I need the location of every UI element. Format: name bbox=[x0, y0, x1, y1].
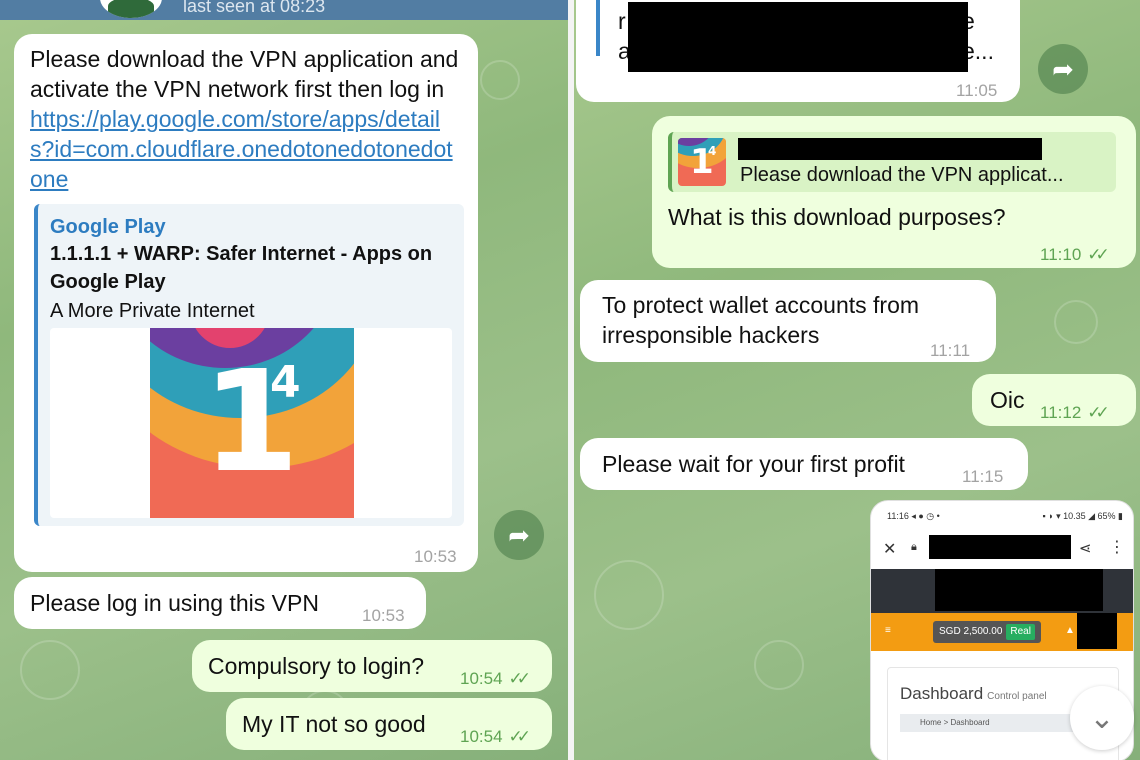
more-options-icon: ⋮ bbox=[1109, 539, 1125, 556]
redaction-box bbox=[929, 535, 1071, 559]
quote-bar bbox=[596, 0, 600, 56]
preview-description: A More Private Internet bbox=[50, 300, 255, 322]
quote-text: Please download the VPN applicat... bbox=[740, 164, 1064, 186]
message-bubble-incoming[interactable]: To protect wallet accounts from irrespon… bbox=[580, 280, 996, 362]
message-bubble-incoming[interactable]: Please wait for your first profit 11:15 bbox=[580, 438, 1028, 490]
site-header bbox=[871, 569, 1133, 613]
message-bubble-outgoing[interactable]: Compulsory to login? 10:54 ✓✓ bbox=[192, 640, 552, 692]
message-time: 10:53 bbox=[362, 606, 405, 625]
chevron-down-icon[interactable]: ⌄ bbox=[1070, 686, 1134, 750]
background-doodle bbox=[594, 560, 664, 630]
warp-app-logo: 1 4 bbox=[678, 138, 726, 186]
message-bubble-incoming[interactable]: r a e e... 11:05 bbox=[576, 0, 1020, 102]
read-ticks-icon: ✓✓ bbox=[1087, 245, 1109, 264]
forward-arrow-icon[interactable]: ➦ bbox=[494, 510, 544, 560]
message-text-fragment: r bbox=[618, 8, 626, 34]
message-time: 10:54 ✓✓ bbox=[460, 669, 531, 688]
redaction-box bbox=[1077, 613, 1117, 649]
message-time: 11:11 bbox=[930, 341, 971, 360]
redaction-box bbox=[628, 2, 968, 72]
read-ticks-icon: ✓✓ bbox=[508, 669, 531, 688]
message-time: 10:54 ✓✓ bbox=[460, 727, 531, 746]
message-text: To protect wallet accounts from irrespon… bbox=[602, 292, 920, 348]
message-bubble-outgoing[interactable]: My IT not so good 10:54 ✓✓ bbox=[226, 698, 552, 750]
avatar[interactable] bbox=[100, 0, 162, 18]
message-time: 11:12 ✓✓ bbox=[1040, 403, 1110, 422]
redaction-box bbox=[738, 138, 1042, 160]
message-time: 10:53 bbox=[414, 547, 457, 566]
message-text: My IT not so good bbox=[242, 711, 426, 737]
logo-superscript: 4 bbox=[270, 357, 301, 408]
redaction-box bbox=[935, 569, 1103, 611]
message-link[interactable]: https://play.google.com/store/apps/detai… bbox=[30, 106, 453, 192]
chat-panel-right: r a e e... 11:05 ➦ 1 4 Please download t… bbox=[574, 0, 1140, 760]
message-text: What is this download purposes? bbox=[668, 204, 1006, 230]
background-doodle bbox=[1054, 300, 1098, 344]
preview-image: 1 4 bbox=[50, 328, 452, 518]
close-icon: ✕ bbox=[883, 541, 897, 558]
background-doodle bbox=[20, 640, 80, 700]
forward-arrow-icon[interactable]: ➦ bbox=[1038, 44, 1088, 94]
message-text: Please download the VPN application and … bbox=[30, 46, 459, 192]
share-icon: ⋖ bbox=[1079, 540, 1092, 557]
message-bubble-outgoing[interactable]: 1 4 Please download the VPN applicat... … bbox=[652, 116, 1136, 268]
site-nav-bar: ≡ SGD 2,500.00 Real ▲ bbox=[871, 613, 1133, 651]
balance-display: SGD 2,500.00 Real bbox=[933, 621, 1041, 643]
background-doodle bbox=[754, 640, 804, 690]
chat-panel-left: last seen at 08:23 Please download the V… bbox=[0, 0, 568, 760]
message-text: Please wait for your first profit bbox=[602, 451, 905, 477]
background-doodle bbox=[480, 60, 520, 100]
reply-quote[interactable]: 1 4 Please download the VPN applicat... bbox=[668, 132, 1116, 192]
preview-site-name: Google Play bbox=[50, 216, 166, 238]
read-ticks-icon: ✓✓ bbox=[1087, 403, 1109, 422]
read-ticks-icon: ✓✓ bbox=[508, 727, 531, 746]
message-text: Please log in using this VPN bbox=[30, 590, 319, 616]
message-bubble-outgoing[interactable]: Oic 11:12 ✓✓ bbox=[972, 374, 1136, 426]
message-text: Compulsory to login? bbox=[208, 653, 425, 679]
message-time: 11:10 ✓✓ bbox=[1040, 245, 1110, 264]
message-time: 11:05 bbox=[956, 81, 998, 100]
browser-url-bar: ✕ 🔒︎ ⋖ ⋮ bbox=[871, 529, 1133, 569]
lock-icon: 🔒︎ bbox=[911, 541, 917, 553]
dashboard-title: Dashboard Control panel bbox=[900, 684, 1047, 703]
menu-icon: ≡ bbox=[885, 625, 891, 636]
link-preview-card[interactable]: Google Play 1.1.1.1 + WARP: Safer Intern… bbox=[34, 204, 464, 526]
message-time: 11:15 bbox=[962, 467, 1004, 486]
preview-title: 1.1.1.1 + WARP: Safer Internet - Apps on… bbox=[50, 243, 433, 293]
bell-icon: ▲ bbox=[1065, 625, 1075, 636]
message-text: Oic bbox=[990, 387, 1025, 413]
warp-app-logo: 1 4 bbox=[150, 328, 354, 518]
message-bubble-incoming[interactable]: Please log in using this VPN 10:53 bbox=[14, 577, 426, 629]
chat-header[interactable]: last seen at 08:23 bbox=[0, 0, 568, 20]
message-bubble-incoming[interactable]: Please download the VPN application and … bbox=[14, 34, 478, 572]
phone-status-bar: 11:16 ◂ ● ◷ • ▪ ◗ ▾ 10.35 ◢ 65% ▮ bbox=[887, 511, 1123, 521]
last-seen-status: last seen at 08:23 bbox=[183, 0, 326, 16]
logo-superscript: 4 bbox=[708, 144, 717, 158]
